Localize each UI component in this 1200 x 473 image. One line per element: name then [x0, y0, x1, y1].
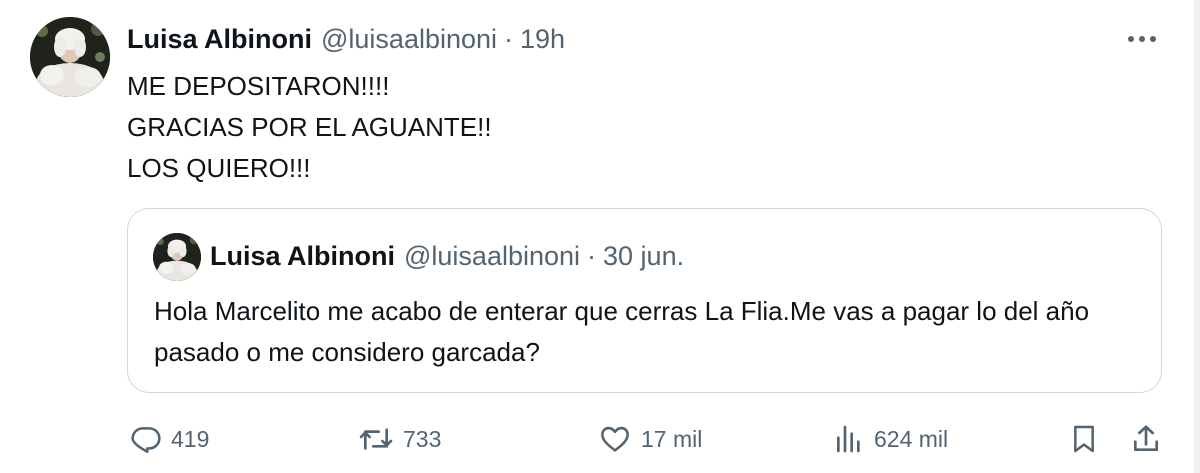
views-count: 624 mil: [874, 425, 949, 452]
author-avatar[interactable]: [30, 17, 110, 97]
quoted-date: 30 jun.: [603, 240, 685, 271]
heart-icon: [601, 426, 629, 452]
share-button[interactable]: [1130, 416, 1162, 462]
tweet-card[interactable]: Luisa Albinoni @luisaalbinoni · 19h ME D…: [0, 0, 1200, 473]
separator-dot: ·: [587, 240, 597, 271]
share-icon: [1134, 425, 1158, 451]
bookmark-button[interactable]: [1068, 416, 1100, 462]
quoted-tweet[interactable]: Luisa Albinoni @luisaalbinoni · 30 jun. …: [127, 208, 1162, 393]
like-count: 17 mil: [641, 425, 703, 452]
repost-button[interactable]: 733: [358, 416, 441, 462]
author-name[interactable]: Luisa Albinoni: [127, 24, 312, 55]
repost-icon: [359, 428, 393, 450]
more-options-button[interactable]: [1125, 26, 1159, 52]
tweet-text-line: ME DEPOSITARON!!!!: [127, 71, 390, 101]
more-horizontal-icon: [1128, 36, 1156, 42]
author-handle[interactable]: @luisaalbinoni: [321, 24, 497, 55]
bookmark-icon: [1074, 425, 1094, 453]
repost-count: 733: [403, 425, 442, 452]
tweet-text-line: GRACIAS POR EL AGUANTE!!: [127, 112, 492, 142]
tweet-text-line: LOS QUIERO!!!: [127, 153, 311, 183]
quoted-header: Luisa Albinoni @luisaalbinoni · 30 jun.: [210, 239, 684, 273]
tweet-timestamp[interactable]: 19h: [520, 24, 565, 55]
views-button[interactable]: 624 mil: [833, 416, 948, 462]
reply-button[interactable]: 419: [130, 416, 209, 462]
quoted-author-handle: @luisaalbinoni: [404, 240, 581, 271]
views-icon: [837, 425, 860, 453]
like-button[interactable]: 17 mil: [598, 416, 702, 462]
quoted-author-name: Luisa Albinoni: [210, 240, 395, 271]
quoted-author-avatar: [153, 233, 201, 281]
tweet-text: ME DEPOSITARON!!!! GRACIAS POR EL AGUANT…: [127, 66, 492, 189]
tweet-header: Luisa Albinoni @luisaalbinoni · 19h: [127, 22, 565, 56]
quoted-text: Hola Marcelito me acabo de enterar que c…: [154, 296, 1090, 367]
reply-icon: [131, 427, 161, 454]
separator-dot: ·: [504, 23, 514, 54]
scrollbar[interactable]: [1194, 0, 1200, 473]
reply-count: 419: [171, 425, 210, 452]
action-bar: 419 733 17 mil 624 mil: [0, 416, 1200, 462]
